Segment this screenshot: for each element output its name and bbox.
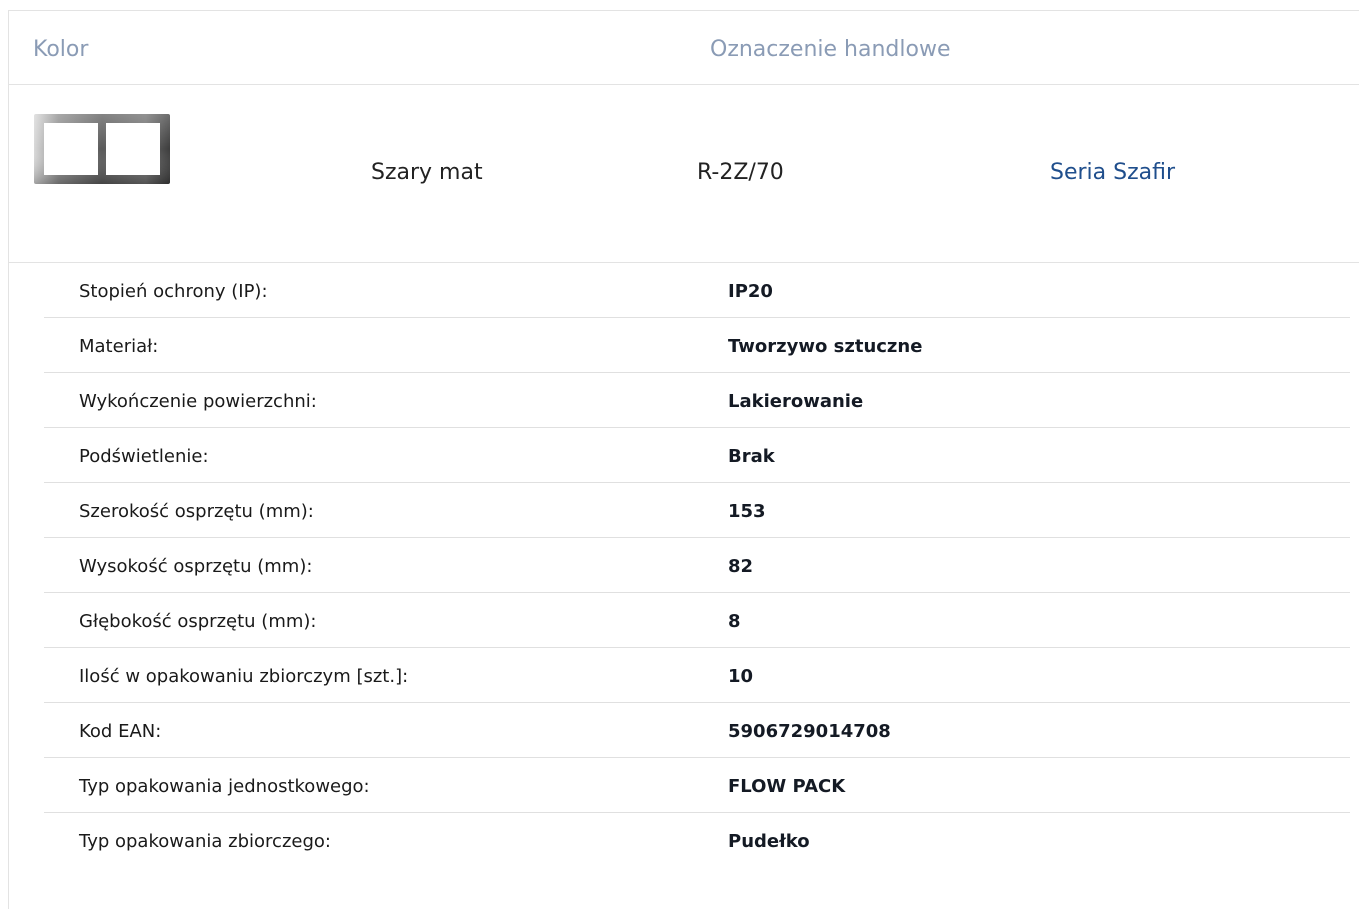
spec-value: 8 [728, 611, 741, 632]
double-frame-icon [34, 114, 170, 184]
spec-label: Kod EAN: [79, 721, 162, 742]
spec-row: Typ opakowania zbiorczego: Pudełko [44, 813, 1350, 868]
spec-row: Ilość w opakowaniu zbiorczym [szt.]: 10 [44, 648, 1350, 703]
spec-label: Wykończenie powierzchni: [79, 391, 317, 412]
spec-label: Głębokość osprzętu (mm): [79, 611, 317, 632]
spec-label: Podświetlenie: [79, 446, 209, 467]
spec-value: FLOW PACK [728, 776, 846, 797]
product-details-panel: Kolor Oznaczenie handlowe Szary mat R-2Z… [8, 10, 1359, 909]
spec-row: Stopień ochrony (IP): IP20 [44, 263, 1350, 318]
spec-row: Typ opakowania jednostkowego: FLOW PACK [44, 758, 1350, 813]
trade-code: R-2Z/70 [697, 160, 784, 185]
spec-label: Typ opakowania jednostkowego: [79, 776, 370, 797]
spec-row: Wysokość osprzętu (mm): 82 [44, 538, 1350, 593]
spec-row: Materiał: Tworzywo sztuczne [44, 318, 1350, 373]
spec-row: Szerokość osprzętu (mm): 153 [44, 483, 1350, 538]
spec-label: Typ opakowania zbiorczego: [79, 831, 331, 852]
trade-designation-column-header: Oznaczenie handlowe [710, 37, 951, 62]
spec-row: Podświetlenie: Brak [44, 428, 1350, 483]
spec-label: Ilość w opakowaniu zbiorczym [szt.]: [79, 666, 409, 687]
spec-value: 5906729014708 [728, 721, 891, 742]
product-row: Szary mat R-2Z/70 Seria Szafir [9, 85, 1359, 263]
spec-row: Głębokość osprzętu (mm): 8 [44, 593, 1350, 648]
color-name: Szary mat [371, 160, 483, 185]
spec-value: Tworzywo sztuczne [728, 336, 923, 357]
spec-value: IP20 [728, 281, 773, 302]
table-header: Kolor Oznaczenie handlowe [9, 11, 1359, 85]
spec-row: Kod EAN: 5906729014708 [44, 703, 1350, 758]
color-column-header: Kolor [33, 37, 89, 62]
spec-label: Szerokość osprzętu (mm): [79, 501, 314, 522]
spec-value: 10 [728, 666, 754, 687]
spec-label: Stopień ochrony (IP): [79, 281, 268, 302]
spec-label: Materiał: [79, 336, 159, 357]
series-link[interactable]: Seria Szafir [1050, 158, 1175, 188]
spec-value: 153 [728, 501, 766, 522]
spec-label: Wysokość osprzętu (mm): [79, 556, 313, 577]
spec-value: Lakierowanie [728, 391, 864, 412]
spec-row: Wykończenie powierzchni: Lakierowanie [44, 373, 1350, 428]
spec-value: Pudełko [728, 831, 810, 852]
specifications-table: Stopień ochrony (IP): IP20 Materiał: Tworzy… [44, 263, 1350, 868]
spec-value: 82 [728, 556, 754, 577]
spec-value: Brak [728, 446, 775, 467]
